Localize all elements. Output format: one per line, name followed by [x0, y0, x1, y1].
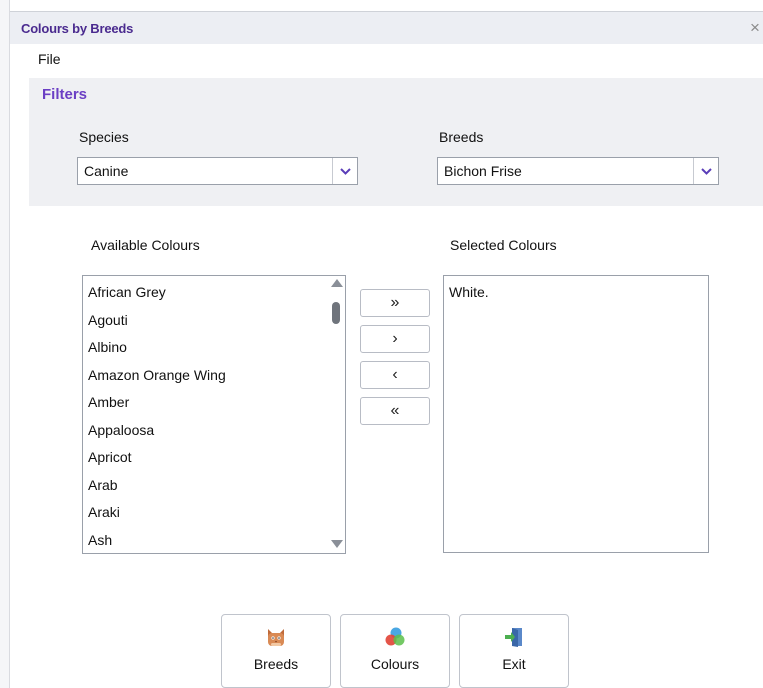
available-colours-label: Available Colours	[91, 237, 200, 253]
remove-all-button[interactable]: «	[360, 397, 430, 425]
close-icon[interactable]: ×	[750, 18, 760, 38]
exit-button[interactable]: Exit	[459, 614, 569, 688]
breeds-dropdown[interactable]: Bichon Frise	[437, 157, 719, 185]
vertical-scrollbar[interactable]	[327, 276, 345, 553]
chevron-down-icon[interactable]	[332, 158, 357, 184]
exit-button-label: Exit	[502, 656, 526, 672]
breeds-button-label: Breeds	[253, 656, 299, 672]
list-item[interactable]: Agouti	[83, 307, 345, 335]
colours-button-label: Colours	[370, 656, 420, 672]
list-item[interactable]: Amazon Orange Wing	[83, 362, 345, 390]
menu-file[interactable]: File	[38, 51, 61, 67]
list-item[interactable]: Arab	[83, 472, 345, 500]
list-item[interactable]: Albino	[83, 334, 345, 362]
list-item[interactable]: Amber	[83, 389, 345, 417]
list-item[interactable]: Araki	[83, 499, 345, 527]
breeds-value: Bichon Frise	[444, 163, 522, 179]
chevron-down-icon[interactable]	[693, 158, 718, 184]
title-bar: Colours by Breeds ×	[10, 11, 763, 44]
window-title: Colours by Breeds	[21, 21, 134, 36]
scrollbar-thumb[interactable]	[332, 302, 340, 324]
list-item[interactable]: Apricot	[83, 444, 345, 472]
list-item[interactable]: African Grey	[83, 279, 345, 307]
filters-panel: Filters	[29, 78, 763, 206]
scroll-down-arrow-icon[interactable]	[331, 540, 343, 548]
selected-colours-list[interactable]: White.	[443, 275, 709, 553]
window-left-edge	[0, 0, 10, 688]
scroll-up-arrow-icon[interactable]	[331, 279, 343, 287]
cat-face-icon	[265, 626, 287, 648]
add-one-button[interactable]: ›	[360, 325, 430, 353]
selected-colours-label: Selected Colours	[450, 237, 557, 253]
list-item[interactable]: Ash	[83, 527, 345, 554]
species-dropdown[interactable]: Canine	[77, 157, 358, 185]
available-colours-list[interactable]: African Grey Agouti Albino Amazon Orange…	[82, 275, 346, 554]
list-item[interactable]: White.	[444, 279, 708, 307]
breeds-button[interactable]: Breeds	[221, 614, 331, 688]
list-item[interactable]: Appaloosa	[83, 417, 345, 445]
species-value: Canine	[84, 163, 129, 179]
remove-one-button[interactable]: ‹	[360, 361, 430, 389]
exit-door-icon	[503, 626, 525, 648]
species-label: Species	[79, 129, 129, 145]
filters-title: Filters	[42, 86, 88, 103]
colours-button[interactable]: Colours	[340, 614, 450, 688]
menu-bar: File	[10, 44, 763, 74]
colour-circles-icon	[384, 626, 406, 648]
add-all-button[interactable]: »	[360, 289, 430, 317]
breeds-label: Breeds	[439, 129, 484, 145]
